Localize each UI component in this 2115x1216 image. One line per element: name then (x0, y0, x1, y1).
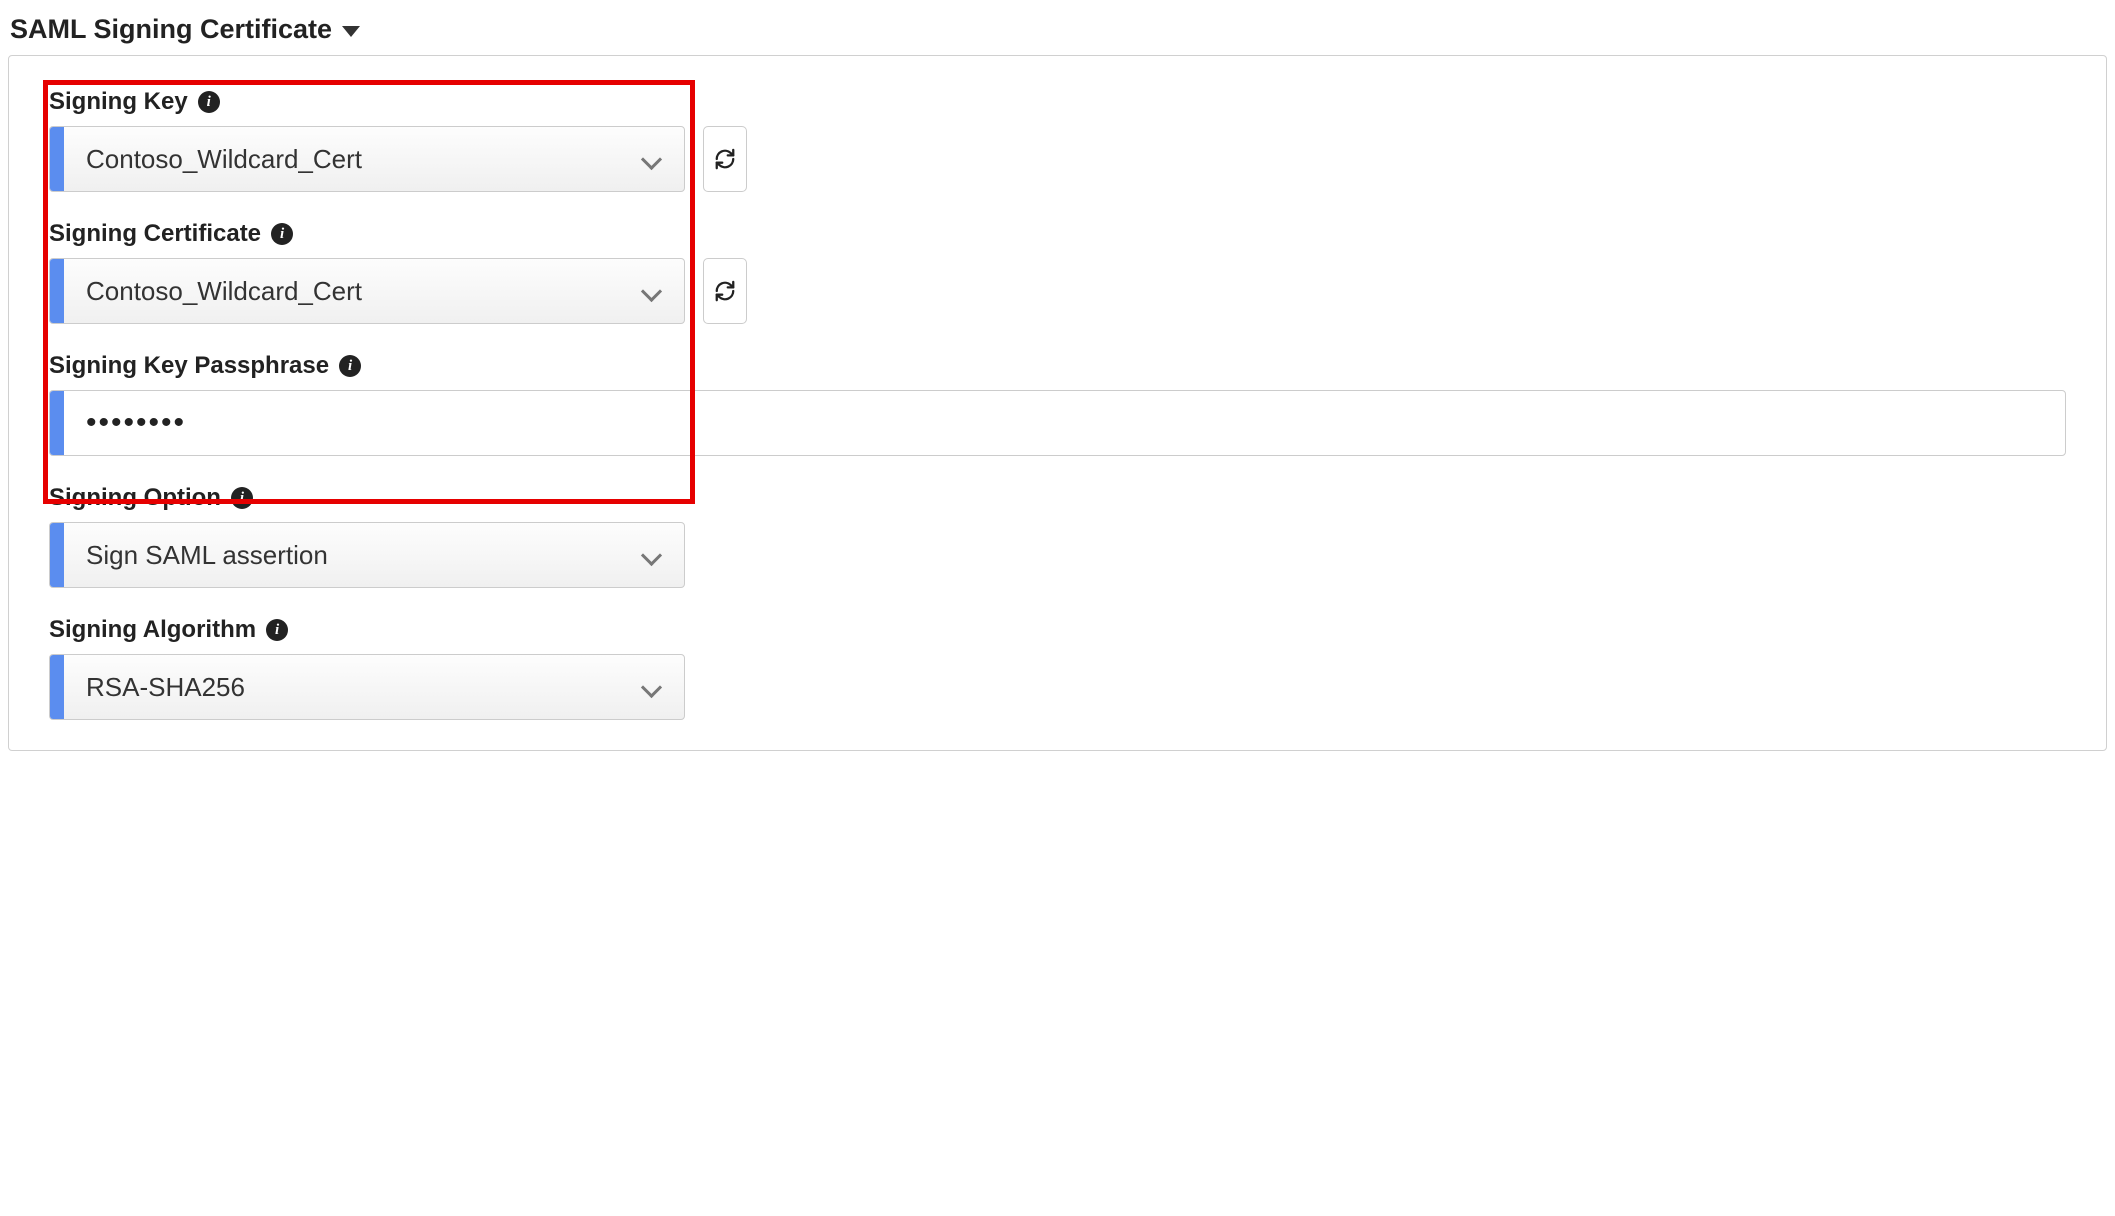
form-group-signing-option: Signing Option i Sign SAML assertion (49, 484, 2066, 588)
control-row: Contoso_Wildcard_Cert (49, 258, 2066, 324)
signing-key-passphrase-field-wrap (49, 390, 2066, 456)
refresh-signing-certificate-button[interactable] (703, 258, 747, 324)
control-row: Sign SAML assertion (49, 522, 2066, 588)
accent-bar (50, 259, 64, 323)
chevron-down-icon (642, 546, 660, 564)
form-group-signing-key-passphrase: Signing Key Passphrase i (49, 352, 2066, 456)
accent-bar (50, 127, 64, 191)
signing-algorithm-select[interactable]: RSA-SHA256 (49, 654, 685, 720)
select-inner: Sign SAML assertion (64, 523, 684, 587)
control-row: Contoso_Wildcard_Cert (49, 126, 2066, 192)
form-group-signing-certificate: Signing Certificate i Contoso_Wildcard_C… (49, 220, 2066, 324)
signing-option-label: Signing Option (49, 484, 221, 512)
signing-key-passphrase-input[interactable] (64, 391, 2065, 455)
refresh-signing-key-button[interactable] (703, 126, 747, 192)
form-group-signing-key: Signing Key i Contoso_Wildcard_Cert (49, 88, 2066, 192)
label-row: Signing Key i (49, 88, 2066, 116)
label-row: Signing Certificate i (49, 220, 2066, 248)
section-panel: Signing Key i Contoso_Wildcard_Cert (8, 55, 2107, 751)
signing-certificate-select[interactable]: Contoso_Wildcard_Cert (49, 258, 685, 324)
signing-certificate-label: Signing Certificate (49, 220, 261, 248)
control-row: RSA-SHA256 (49, 654, 2066, 720)
section-header[interactable]: SAML Signing Certificate (8, 8, 2107, 55)
accent-bar (50, 655, 64, 719)
signing-algorithm-value: RSA-SHA256 (86, 672, 245, 703)
chevron-down-icon (642, 282, 660, 300)
info-icon[interactable]: i (231, 487, 253, 509)
chevron-down-icon (642, 150, 660, 168)
label-row: Signing Option i (49, 484, 2066, 512)
signing-key-select[interactable]: Contoso_Wildcard_Cert (49, 126, 685, 192)
info-icon[interactable]: i (339, 355, 361, 377)
signing-algorithm-label: Signing Algorithm (49, 616, 256, 644)
label-row: Signing Algorithm i (49, 616, 2066, 644)
signing-key-value: Contoso_Wildcard_Cert (86, 144, 362, 175)
accent-bar (50, 523, 64, 587)
refresh-icon (714, 280, 736, 302)
signing-key-passphrase-label: Signing Key Passphrase (49, 352, 329, 380)
label-row: Signing Key Passphrase i (49, 352, 2066, 380)
info-icon[interactable]: i (266, 619, 288, 641)
info-icon[interactable]: i (198, 91, 220, 113)
select-inner: Contoso_Wildcard_Cert (64, 259, 684, 323)
refresh-icon (714, 148, 736, 170)
signing-option-value: Sign SAML assertion (86, 540, 328, 571)
accent-bar (50, 391, 64, 455)
select-inner: RSA-SHA256 (64, 655, 684, 719)
signing-option-select[interactable]: Sign SAML assertion (49, 522, 685, 588)
chevron-down-icon (642, 678, 660, 696)
signing-key-label: Signing Key (49, 88, 188, 116)
caret-down-icon (342, 26, 360, 37)
select-inner: Contoso_Wildcard_Cert (64, 127, 684, 191)
section-title: SAML Signing Certificate (10, 14, 332, 45)
form-group-signing-algorithm: Signing Algorithm i RSA-SHA256 (49, 616, 2066, 720)
info-icon[interactable]: i (271, 223, 293, 245)
signing-certificate-value: Contoso_Wildcard_Cert (86, 276, 362, 307)
